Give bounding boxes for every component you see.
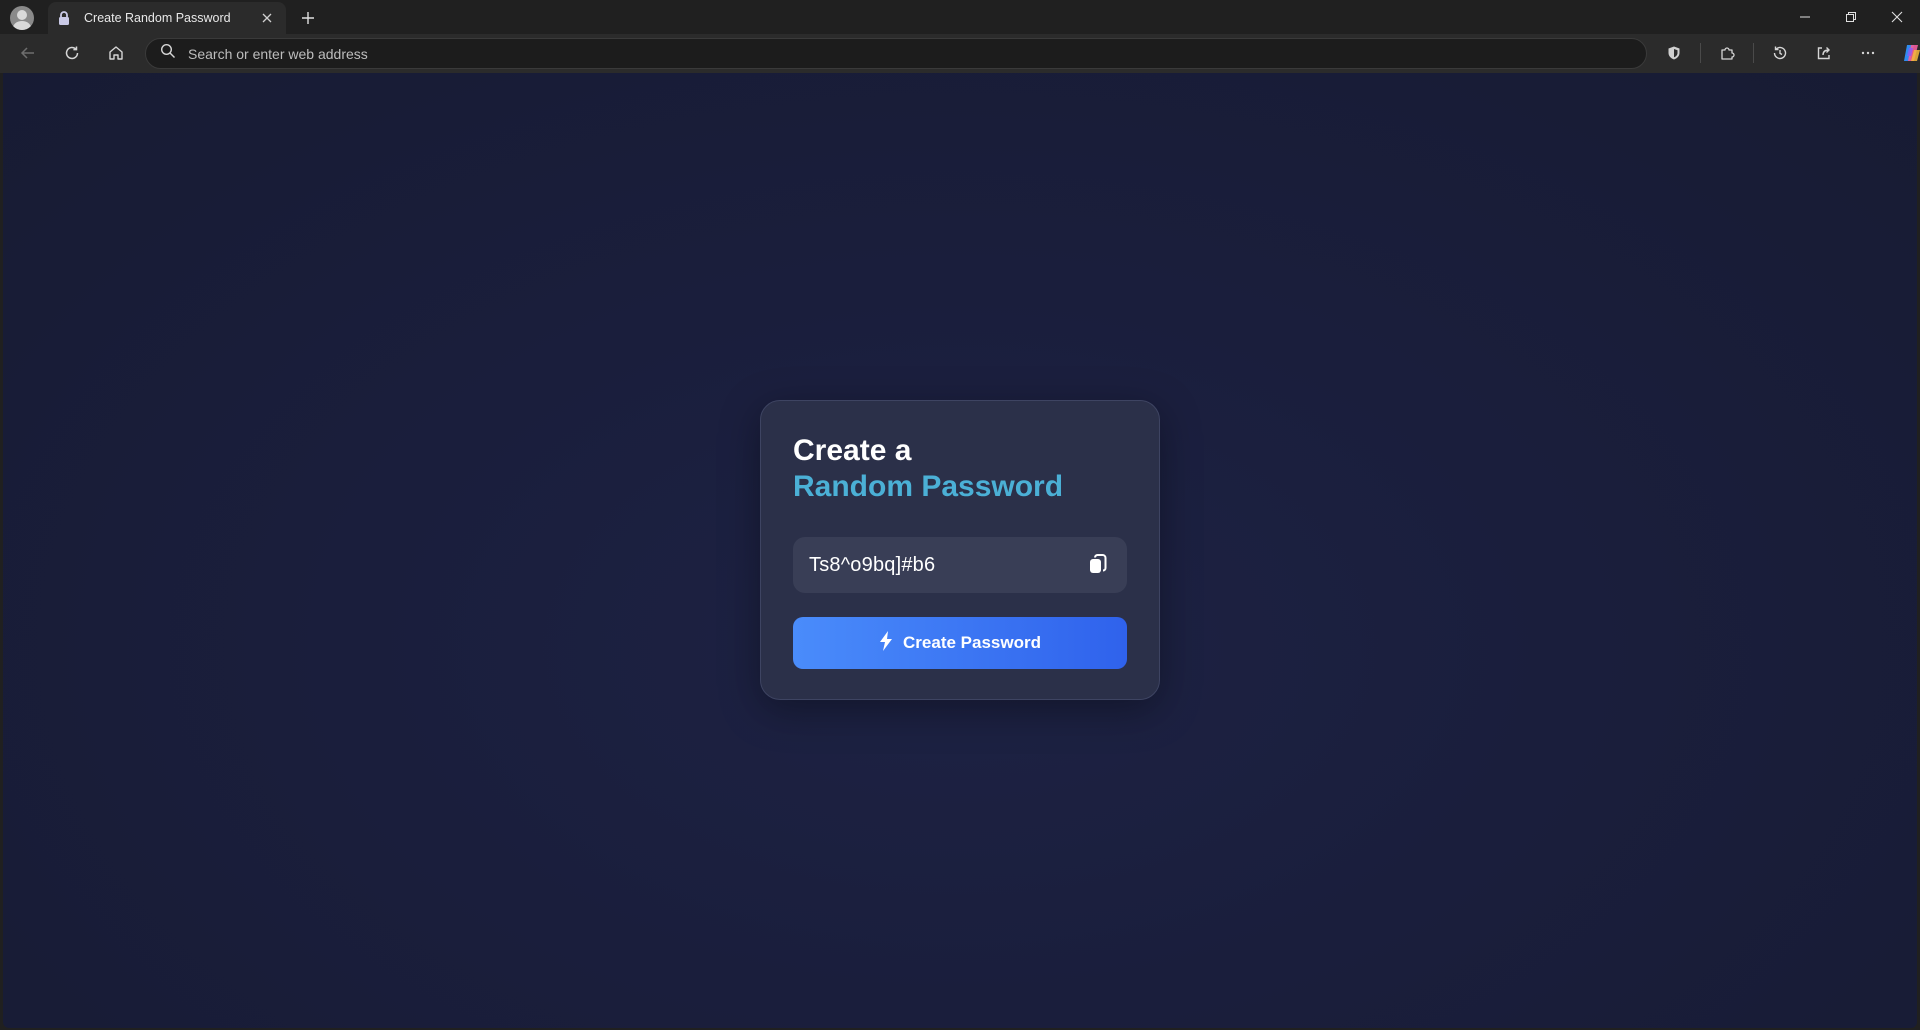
minimize-icon[interactable] [1782, 0, 1828, 34]
create-password-button[interactable]: Create Password [793, 617, 1127, 669]
lock-icon [56, 10, 72, 26]
shield-icon[interactable] [1656, 37, 1692, 69]
copilot-icon[interactable] [1894, 37, 1920, 69]
password-display-field: Ts8^o9bq]#b6 [793, 537, 1127, 593]
share-icon[interactable] [1806, 37, 1842, 69]
address-input[interactable] [188, 45, 1646, 62]
navigation-buttons [10, 37, 134, 69]
browser-toolbar [0, 34, 1920, 73]
close-window-icon[interactable] [1874, 0, 1920, 34]
heading-line-create: Create a [793, 434, 912, 467]
search-icon [160, 43, 176, 64]
more-options-icon[interactable] [1850, 37, 1886, 69]
profile-avatar-icon[interactable] [10, 6, 34, 30]
restore-icon[interactable] [1828, 0, 1874, 34]
extensions-puzzle-icon[interactable] [1709, 37, 1745, 69]
browser-tab-active[interactable]: Create Random Password [48, 2, 286, 34]
toolbar-right-tools [1656, 37, 1920, 69]
history-icon[interactable] [1762, 37, 1798, 69]
create-password-button-label: Create Password [903, 633, 1041, 652]
reload-icon[interactable] [54, 37, 90, 69]
close-tab-icon[interactable] [258, 9, 276, 27]
tab-title: Create Random Password [84, 11, 231, 25]
password-generator-card: Create a Random Password Ts8^o9bq]#b6 Cr… [760, 400, 1160, 700]
browser-titlebar: Create Random Password [0, 0, 1920, 34]
page-viewport: Create a Random Password Ts8^o9bq]#b6 Cr… [3, 73, 1917, 1028]
home-icon[interactable] [98, 37, 134, 69]
toolbar-separator [1700, 43, 1701, 63]
copy-icon[interactable] [1085, 552, 1111, 578]
generated-password: Ts8^o9bq]#b6 [809, 553, 936, 576]
window-controls [1782, 0, 1920, 34]
heading-line-random-password: Random Password [793, 470, 1064, 503]
address-bar[interactable] [145, 38, 1647, 69]
toolbar-separator [1753, 43, 1754, 63]
lightning-bolt-icon [879, 630, 893, 656]
back-arrow-icon[interactable] [10, 37, 46, 69]
new-tab-plus-icon[interactable] [296, 6, 320, 30]
